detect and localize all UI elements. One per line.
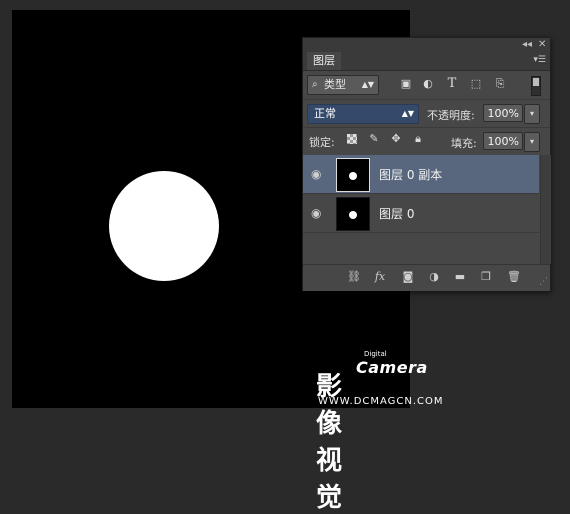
layer-name: 图层 0 副本 — [379, 168, 443, 182]
filter-toggle-switch[interactable] — [531, 76, 541, 96]
close-panel-button[interactable]: ✕ — [538, 39, 546, 50]
opacity-dropdown-button[interactable]: ▾ — [524, 104, 540, 124]
up-down-arrows-icon: ▲▼ — [361, 80, 374, 89]
layers-list: ◉ 图层 0 副本 ◉ 图层 0 — [303, 155, 551, 264]
new-layer-icon[interactable]: ❐ — [479, 270, 493, 284]
lock-image-pixels-brush-icon[interactable]: ✎ — [367, 132, 381, 146]
thumbnail-circle — [349, 211, 357, 219]
layers-scrollbar[interactable] — [540, 155, 551, 264]
thumbnail-circle — [349, 172, 357, 180]
resize-grip-icon[interactable]: ⋰ — [539, 277, 548, 287]
lock-position-move-icon[interactable]: ✥ — [389, 132, 403, 146]
collapse-panel-button[interactable]: ◂◂ — [522, 39, 532, 50]
filter-kind-label: 类型 — [324, 78, 346, 91]
watermark-camera-text: Camera — [356, 358, 428, 377]
add-mask-icon[interactable]: ◙ — [401, 270, 415, 284]
layers-bottom-toolbar: ⛓ fx ◙ ◑ ▬ ❐ 🗑︎ ⋰ — [303, 264, 550, 291]
visibility-eye-icon[interactable]: ◉ — [311, 206, 321, 220]
type-filter-icon[interactable]: T — [445, 77, 459, 91]
lock-row: 锁定: ✎ ✥ 🔒︎ 填充: 100% ▾ — [303, 127, 550, 156]
tab-layers[interactable]: 图层 — [307, 52, 341, 70]
image-filter-icon[interactable]: ▣ — [399, 77, 413, 91]
lock-label: 锁定: — [309, 136, 335, 149]
fill-input[interactable]: 100% — [483, 132, 523, 150]
layers-panel: ◂◂ ✕ 图层 ▾☰ ⌕ 类型 ▲▼ ▣ ◐ T ⬚ ⎘ 正常 ▲▼ 不透明度:… — [302, 37, 551, 291]
opacity-input[interactable]: 100% — [483, 104, 523, 122]
delete-layer-trash-icon[interactable]: 🗑︎ — [507, 270, 521, 284]
adjustment-layer-icon[interactable]: ◑ — [427, 270, 441, 284]
blend-mode-value: 正常 — [314, 107, 336, 120]
filter-kind-select[interactable]: ⌕ 类型 ▲▼ — [307, 75, 379, 95]
new-group-folder-icon[interactable]: ▬ — [453, 270, 467, 284]
search-icon: ⌕ — [312, 79, 318, 90]
link-layers-icon[interactable]: ⛓ — [347, 270, 361, 284]
visibility-eye-icon[interactable]: ◉ — [311, 167, 321, 181]
up-down-arrows-icon: ▲▼ — [401, 109, 414, 118]
layer-thumbnail — [336, 197, 370, 231]
filter-row: ⌕ 类型 ▲▼ ▣ ◐ T ⬚ ⎘ — [303, 71, 550, 100]
fill-dropdown-button[interactable]: ▾ — [524, 132, 540, 152]
watermark-url: WWW.DCMAGCN.COM — [318, 396, 444, 407]
watermark-chinese-text: 影像视觉 — [316, 372, 342, 513]
lock-transparent-pixels-icon[interactable] — [347, 134, 357, 144]
lock-all-icon[interactable]: 🔒︎ — [411, 132, 425, 146]
watermark-digital-text: Digital — [364, 350, 387, 358]
panel-title-bar[interactable]: ◂◂ ✕ — [303, 38, 550, 53]
opacity-label: 不透明度: — [427, 109, 475, 122]
layer-name: 图层 0 — [379, 207, 415, 221]
shape-filter-icon[interactable]: ⬚ — [469, 77, 483, 91]
panel-tab-row: 图层 ▾☰ — [303, 52, 550, 71]
white-circle-shape — [109, 171, 219, 281]
layer-thumbnail — [336, 158, 370, 192]
layer-row[interactable]: ◉ 图层 0 副本 — [303, 155, 539, 194]
adjustment-filter-icon[interactable]: ◐ — [421, 77, 435, 91]
blend-row: 正常 ▲▼ 不透明度: 100% ▾ — [303, 99, 550, 128]
layer-row[interactable]: ◉ 图层 0 — [303, 194, 539, 233]
panel-menu-icon[interactable]: ▾☰ — [533, 55, 546, 65]
layer-style-fx-icon[interactable]: fx — [373, 270, 387, 284]
blend-mode-select[interactable]: 正常 ▲▼ — [307, 104, 419, 124]
smart-object-filter-icon[interactable]: ⎘ — [493, 77, 507, 91]
fill-label: 填充: — [451, 137, 477, 150]
